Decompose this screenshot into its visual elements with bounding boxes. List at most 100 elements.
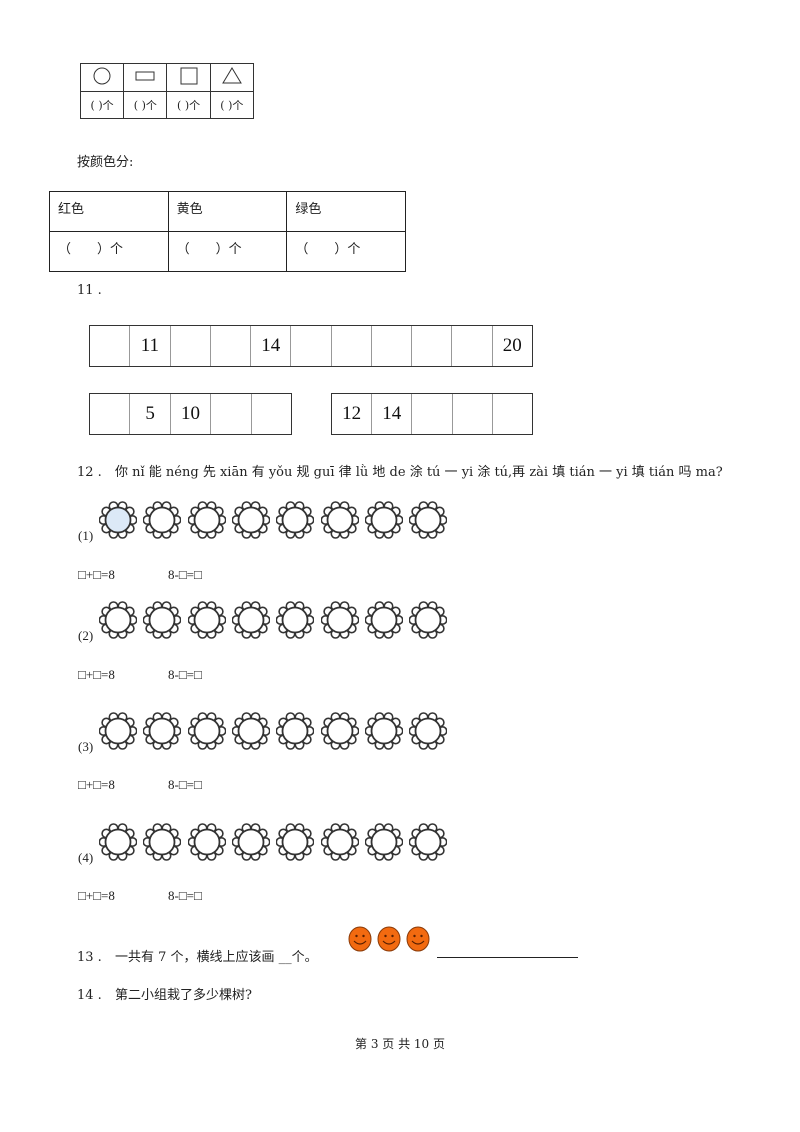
color-count-table: 红色 黄色 绿色 （ ）个 （ ）个 （ ）个	[49, 191, 406, 272]
question-text: 你 nǐ 能 néng 先 xiān 有 yǒu 规 guī 律 lǜ 地 de…	[115, 465, 723, 480]
subtraction-equation[interactable]: 8-□=□	[168, 888, 202, 904]
circle-icon	[93, 67, 111, 85]
flower-icon[interactable]	[187, 601, 227, 639]
blank-cell[interactable]	[451, 326, 491, 366]
blank-cell[interactable]	[290, 326, 330, 366]
flower-icon[interactable]	[142, 823, 182, 861]
group-label: (4)	[78, 850, 94, 865]
group-label: (2)	[78, 628, 94, 643]
square-icon	[180, 67, 198, 85]
flower-icon[interactable]	[231, 601, 271, 639]
flower-icon[interactable]	[187, 712, 227, 750]
question-number: 13 .	[77, 950, 102, 965]
addition-equation[interactable]: □+□=8	[78, 667, 115, 683]
flower-icon[interactable]	[408, 601, 448, 639]
flower-icon[interactable]	[275, 501, 315, 539]
subtraction-equation[interactable]: 8-□=□	[168, 567, 202, 583]
question-number: 12 .	[77, 465, 102, 480]
color-header-yellow: 黄色	[167, 191, 288, 232]
flower-icon[interactable]	[142, 601, 182, 639]
flower-icon[interactable]	[142, 712, 182, 750]
number-cell: 11	[129, 326, 169, 366]
blank-cell[interactable]	[90, 326, 129, 366]
color-header-green: 绿色	[286, 191, 406, 232]
color-header-red: 红色	[49, 191, 169, 232]
flower-icon[interactable]	[231, 501, 271, 539]
answer-cell[interactable]: ( )个	[166, 91, 211, 119]
smiley-face-icon	[348, 926, 372, 952]
number-cell: 5	[129, 394, 169, 434]
answer-cell[interactable]: （ ）个	[286, 231, 406, 272]
flower-icon[interactable]	[364, 823, 404, 861]
question-text: 一共有 7 个，横线上应该画 __个。	[115, 950, 318, 965]
flower-icon[interactable]	[187, 823, 227, 861]
flower-icon[interactable]	[231, 823, 271, 861]
flower-icon[interactable]	[364, 601, 404, 639]
blank-cell[interactable]	[330, 326, 371, 366]
flower-icon[interactable]	[364, 712, 404, 750]
blank-cell[interactable]	[370, 326, 411, 366]
flower-icon[interactable]	[364, 501, 404, 539]
smiley-face-icon	[406, 926, 430, 952]
number-cell: 20	[491, 326, 532, 366]
flower-icon[interactable]	[187, 501, 227, 539]
answer-cell[interactable]: ( )个	[209, 91, 255, 119]
subtraction-equation[interactable]: 8-□=□	[168, 777, 202, 793]
blank-cell[interactable]	[411, 394, 451, 434]
blank-cell[interactable]	[210, 394, 250, 434]
flower-icon[interactable]	[275, 712, 315, 750]
flower-icon[interactable]	[320, 601, 359, 639]
color-section-label: 按颜色分:	[77, 155, 134, 170]
answer-cell[interactable]: （ ）个	[49, 231, 169, 272]
blank-cell[interactable]	[90, 394, 129, 434]
flower-icon[interactable]	[98, 823, 138, 861]
blank-cell[interactable]	[411, 326, 451, 366]
question-number: 11 .	[77, 283, 102, 298]
rectangle-icon	[135, 71, 155, 81]
flower-icon[interactable]	[408, 712, 448, 750]
flower-icon[interactable]	[142, 501, 182, 539]
flower-icon[interactable]	[275, 601, 315, 639]
number-sequence-left: 5 10	[89, 393, 292, 435]
answer-cell[interactable]: ( )个	[79, 91, 125, 119]
flower-icon[interactable]	[320, 823, 359, 861]
flower-icon[interactable]	[98, 501, 138, 539]
answer-cell[interactable]: （ ）个	[167, 231, 288, 272]
group-label: (1)	[78, 528, 94, 543]
flower-icon[interactable]	[275, 823, 315, 861]
group-label: (3)	[78, 739, 94, 754]
flower-icon[interactable]	[408, 823, 448, 861]
question-number: 14 .	[77, 988, 102, 1003]
flower-icon[interactable]	[408, 501, 448, 539]
answer-cell[interactable]: ( )个	[123, 91, 168, 119]
flower-icon[interactable]	[98, 601, 138, 639]
addition-equation[interactable]: □+□=8	[78, 567, 115, 583]
blank-cell[interactable]	[491, 394, 532, 434]
shape-cell	[79, 63, 125, 92]
flower-icon[interactable]	[98, 712, 138, 750]
addition-equation[interactable]: □+□=8	[78, 777, 115, 793]
smiley-face-icon	[377, 926, 401, 952]
blank-cell[interactable]	[451, 394, 492, 434]
question-text: 第二小组栽了多少棵树?	[115, 988, 252, 1003]
answer-line[interactable]	[437, 957, 578, 958]
triangle-icon	[221, 67, 242, 84]
blank-cell[interactable]	[250, 394, 291, 434]
number-cell: 10	[169, 394, 210, 434]
flower-icon[interactable]	[320, 501, 359, 539]
flower-icon[interactable]	[320, 712, 359, 750]
number-sequence-row: 11 14 20	[89, 325, 533, 367]
shape-count-table: ( )个 ( )个 ( )个 ( )个	[79, 63, 255, 119]
shape-cell	[166, 63, 211, 92]
number-sequence-right: 12 14	[331, 393, 533, 435]
shape-cell	[209, 63, 255, 92]
shape-cell	[123, 63, 168, 92]
blank-cell[interactable]	[169, 326, 210, 366]
addition-equation[interactable]: □+□=8	[78, 888, 115, 904]
subtraction-equation[interactable]: 8-□=□	[168, 667, 202, 683]
number-cell: 12	[342, 403, 362, 424]
number-cell: 14	[250, 326, 290, 366]
flower-icon[interactable]	[231, 712, 271, 750]
page-footer: 第 3 页 共 10 页	[355, 1037, 445, 1051]
blank-cell[interactable]	[209, 326, 250, 366]
